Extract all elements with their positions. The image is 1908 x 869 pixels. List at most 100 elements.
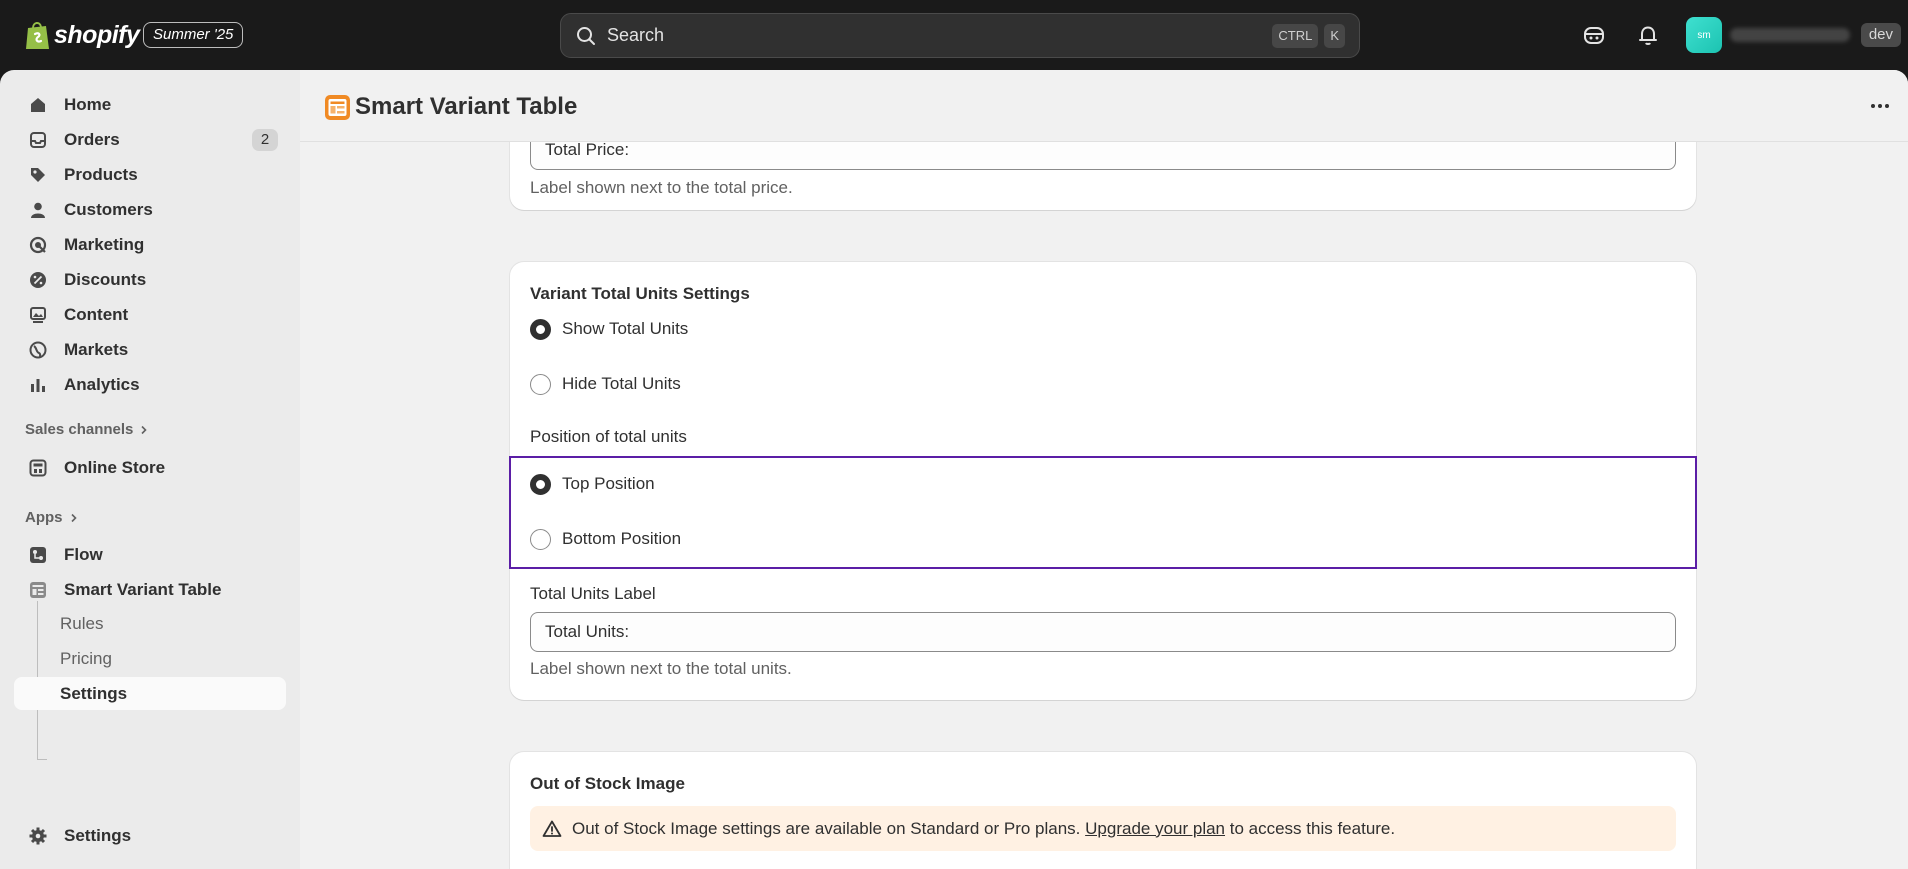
search-icon (577, 26, 595, 45)
tree-connector-hook (37, 759, 47, 760)
subitem-label: Rules (60, 614, 104, 633)
tag-icon (31, 167, 45, 182)
banner-text-before: Out of Stock Image settings are availabl… (572, 818, 1081, 838)
shortcut-key-ctrl: CTRL (1272, 23, 1319, 48)
upgrade-plan-link[interactable]: Upgrade your plan (1085, 819, 1225, 838)
top-bar: shopify Summer '25 Search CTRL K sm dev (0, 0, 1908, 70)
sidebar-subitem-rules[interactable]: Rules (14, 607, 286, 640)
radio-label: Hide Total Units (562, 374, 681, 393)
search-bar[interactable]: Search CTRL K (560, 13, 1360, 58)
globe-icon (29, 341, 47, 358)
more-actions-icon[interactable] (1868, 98, 1892, 114)
radio-unselected[interactable] (530, 528, 551, 550)
sidekick-icon[interactable] (1582, 23, 1606, 47)
apps-section[interactable]: Apps (25, 509, 79, 526)
show-total-units-option[interactable]: Show Total Units (530, 317, 688, 341)
sidebar-item-smart-variant-table[interactable]: Smart Variant Table (14, 573, 286, 606)
sidebar-item-flow[interactable]: Flow (14, 538, 286, 571)
sidebar-item-label: Discounts (64, 269, 147, 289)
banner-text-after: to access this feature. (1229, 818, 1396, 838)
subitem-label: Pricing (60, 649, 112, 668)
warning-icon (542, 820, 562, 837)
sidebar-item-home[interactable]: Home (14, 88, 286, 121)
sidebar-item-label: Smart Variant Table (64, 579, 222, 599)
sidebar-subitem-settings[interactable]: Settings (14, 677, 286, 710)
chevron-right-icon (141, 425, 148, 434)
avatar: sm (1686, 17, 1722, 53)
person-icon (31, 202, 45, 218)
content-icon (30, 306, 46, 323)
sales-channels-section[interactable]: Sales channels (25, 421, 149, 438)
flow-icon (30, 546, 46, 563)
sidebar-item-label: Flow (64, 544, 103, 564)
total-price-help-text: Label shown next to the total price. (530, 178, 793, 197)
store-name-redacted (1730, 28, 1850, 42)
app-icon (325, 95, 350, 120)
page-header: Smart Variant Table (300, 70, 1908, 142)
main-content: Smart Variant Table Label shown next to … (300, 70, 1908, 869)
sidebar-item-label: Content (64, 304, 129, 324)
shopify-logo[interactable]: shopify (24, 18, 140, 52)
sidebar-item-label: Customers (64, 199, 153, 219)
env-badge: dev (1860, 23, 1901, 47)
sidebar-item-customers[interactable]: Customers (14, 193, 286, 226)
position-radio-group (509, 456, 1697, 569)
sidebar-item-label: Online Store (64, 457, 166, 477)
chevron-right-icon (70, 513, 77, 522)
upgrade-banner: Out of Stock Image settings are availabl… (530, 806, 1676, 851)
shortcut-key-k: K (1324, 23, 1345, 48)
sidebar-item-markets[interactable]: Markets (14, 333, 286, 366)
bottom-position-option[interactable]: Bottom Position (530, 527, 681, 551)
sidebar-item-content[interactable]: Content (14, 298, 286, 331)
radio-label: Show Total Units (562, 319, 689, 338)
sidebar-item-orders[interactable]: Orders 2 (14, 123, 286, 156)
radio-label: Bottom Position (562, 529, 682, 548)
sidebar-item-label: Marketing (64, 234, 145, 254)
card-title: Out of Stock Image (530, 774, 685, 793)
discount-icon (30, 271, 46, 288)
radio-selected[interactable] (530, 318, 551, 340)
section-label: Sales channels (25, 421, 134, 438)
sidebar-item-marketing[interactable]: Marketing (14, 228, 286, 261)
sidebar-item-analytics[interactable]: Analytics (14, 368, 286, 401)
radio-selected[interactable] (530, 473, 551, 495)
sidebar-item-online-store[interactable]: Online Store (14, 451, 286, 484)
app-table-icon (30, 581, 46, 598)
position-label: Position of total units (530, 427, 687, 446)
total-units-help-text: Label shown next to the total units. (530, 659, 792, 678)
radio-label: Top Position (562, 474, 655, 493)
orders-icon (30, 131, 46, 148)
store-icon (29, 459, 47, 476)
account-menu[interactable]: sm dev (1686, 17, 1901, 53)
home-icon (31, 97, 45, 112)
sidebar-item-settings[interactable]: Settings (14, 819, 286, 852)
target-icon (29, 236, 47, 253)
bar-chart-icon (31, 378, 45, 392)
edition-badge[interactable]: Summer '25 (143, 22, 244, 48)
search-input[interactable]: Search (607, 25, 1272, 46)
total-units-label-field-label: Total Units Label (530, 584, 656, 603)
bell-icon[interactable] (1636, 23, 1660, 47)
orders-count-badge: 2 (252, 129, 278, 151)
sidebar-item-label: Home (64, 94, 112, 114)
gear-icon (29, 827, 47, 844)
variant-total-units-card: Variant Total Units Settings Show Total … (509, 262, 1697, 700)
section-label: Apps (25, 509, 63, 526)
shopify-bag-icon (26, 22, 49, 49)
brand-name: shopify (54, 20, 140, 49)
subitem-label: Settings (60, 684, 128, 703)
sidebar-item-label: Markets (64, 339, 129, 359)
total-units-label-input[interactable] (530, 612, 1676, 652)
sidebar-item-label: Orders (64, 129, 120, 149)
sidebar-item-label: Products (64, 164, 138, 184)
sidebar-subitem-pricing[interactable]: Pricing (14, 642, 286, 675)
page-title: Smart Variant Table (355, 93, 578, 120)
sidebar-item-products[interactable]: Products (14, 158, 286, 191)
radio-unselected[interactable] (530, 373, 551, 395)
sidebar-item-label: Settings (64, 825, 132, 845)
sidebar-item-discounts[interactable]: Discounts (14, 263, 286, 296)
sidebar-item-label: Analytics (64, 374, 140, 394)
top-position-option[interactable]: Top Position (530, 472, 655, 496)
hide-total-units-option[interactable]: Hide Total Units (530, 372, 681, 396)
banner-text: Out of Stock Image settings are availabl… (572, 819, 1395, 839)
